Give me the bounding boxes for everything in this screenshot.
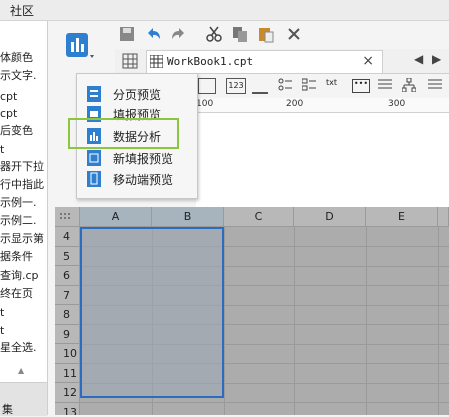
copy-icon[interactable]	[231, 25, 249, 43]
redo-icon[interactable]	[170, 25, 188, 43]
radio-list-icon[interactable]	[278, 78, 292, 92]
tree-item[interactable]: 查询.cp	[0, 267, 39, 285]
menu-item-new-fill-preview[interactable]: 新填报预览	[83, 148, 193, 168]
row-header[interactable]: 5	[55, 246, 80, 266]
tree-item[interactable]: 示例一.	[0, 194, 37, 212]
grid-line	[80, 402, 449, 403]
ruler-mark: 200	[286, 99, 304, 109]
save-icon[interactable]	[118, 25, 136, 43]
tree-item[interactable]: 行中指此	[0, 176, 44, 194]
ruler: 100 200 300	[196, 98, 449, 113]
tree-item[interactable]: t	[0, 322, 4, 340]
password-field-icon[interactable]: •••	[352, 79, 370, 93]
spreadsheet-grid[interactable]: A B C D E 4 5 6 7 8 9 10 11 12 13	[55, 207, 449, 415]
tree-item[interactable]: t	[0, 304, 4, 322]
grid-line	[438, 227, 439, 415]
grid-view-icon[interactable]	[122, 53, 140, 71]
highlight-box	[68, 118, 179, 149]
mobile-preview-icon	[87, 171, 101, 187]
row-header[interactable]: 9	[55, 324, 80, 344]
delete-icon[interactable]	[285, 25, 303, 43]
menu-bar: 社区	[0, 0, 449, 21]
menu-item-paged-preview[interactable]: 分页预览	[83, 84, 193, 104]
tree-item[interactable]: 器开下拉	[0, 158, 44, 176]
undo-icon[interactable]	[144, 25, 162, 43]
list-icon[interactable]	[378, 78, 392, 92]
row-header[interactable]: 8	[55, 305, 80, 325]
menu-community[interactable]: 社区	[10, 2, 34, 19]
menu-item-label: 新填报预览	[113, 152, 174, 166]
list-view-icon[interactable]	[428, 78, 442, 92]
cell-selection[interactable]	[80, 227, 224, 398]
row-header[interactable]: 10	[55, 344, 80, 364]
tree-item[interactable]: 后变色	[0, 122, 33, 140]
select-all-corner[interactable]	[55, 207, 80, 227]
column-header-d[interactable]: D	[294, 207, 366, 227]
column-header-a[interactable]: A	[80, 207, 152, 227]
tab-scroll-left-icon[interactable]: ◀	[414, 52, 432, 70]
column-header-b[interactable]: B	[152, 207, 224, 227]
tab-scroll-right-icon[interactable]: ▶	[432, 52, 449, 70]
row-header[interactable]: 6	[55, 266, 80, 286]
ruler-mark: 300	[388, 99, 406, 109]
workbook-icon	[149, 54, 164, 69]
tree-item[interactable]: cpt	[0, 105, 17, 123]
row-header[interactable]: 13	[55, 402, 80, 415]
paste-icon[interactable]	[257, 25, 275, 43]
grid-line	[366, 227, 367, 415]
grid-line	[294, 227, 295, 415]
tab-close-icon[interactable]: ×	[362, 53, 374, 69]
number-format-icon[interactable]: 123	[226, 78, 246, 94]
column-header-next[interactable]	[438, 207, 449, 227]
row-header[interactable]: 7	[55, 285, 80, 305]
tab-workbook[interactable]: WorkBook1.cpt ×	[146, 50, 383, 73]
tree-item[interactable]: 据条件	[0, 248, 33, 266]
template-tree[interactable]: 体颜色 示文字. cpt cpt 后变色 t 器开下拉 行中指此 示例一. 示例…	[0, 21, 48, 415]
cut-icon[interactable]	[205, 25, 223, 43]
checkbox-list-icon[interactable]	[301, 78, 316, 92]
tree-item[interactable]: 星全选.	[0, 339, 37, 357]
ruler-mark: 100	[196, 99, 214, 109]
left-bottom-panel: 集	[0, 382, 47, 416]
tree-item[interactable]: 示例二.	[0, 212, 37, 230]
tree-icon[interactable]	[401, 77, 417, 93]
row-header[interactable]: 12	[55, 383, 80, 403]
new-fill-preview-icon	[87, 150, 101, 166]
grid-line	[224, 227, 225, 415]
menu-item-label: 移动端预览	[113, 173, 174, 187]
row-header[interactable]: 11	[55, 363, 80, 383]
preview-button[interactable]	[62, 28, 96, 62]
menu-item-mobile-preview[interactable]: 移动端预览	[83, 169, 193, 189]
text-field-icon[interactable]: txt	[326, 78, 340, 92]
tree-item[interactable]: 示文字.	[0, 67, 37, 85]
report-header-area	[196, 113, 449, 207]
tab-title: WorkBook1.cpt	[167, 55, 254, 68]
format-toolbar: 123 txt •••	[196, 74, 449, 98]
align-icon[interactable]	[252, 78, 268, 94]
tree-item[interactable]: cpt	[0, 88, 17, 106]
column-header-e[interactable]: E	[366, 207, 438, 227]
menu-item-label: 分页预览	[113, 88, 162, 102]
scroll-up-icon[interactable]: ▲	[18, 366, 28, 375]
tree-item[interactable]: 体颜色	[0, 49, 33, 67]
row-header[interactable]: 4	[55, 227, 80, 247]
paged-preview-icon	[87, 86, 101, 102]
table-format-icon[interactable]	[198, 78, 216, 94]
tree-item[interactable]: 终在页	[0, 285, 33, 303]
tree-item[interactable]: 示显示第	[0, 230, 44, 248]
column-header-c[interactable]: C	[224, 207, 294, 227]
tree-item[interactable]: t	[0, 141, 4, 159]
